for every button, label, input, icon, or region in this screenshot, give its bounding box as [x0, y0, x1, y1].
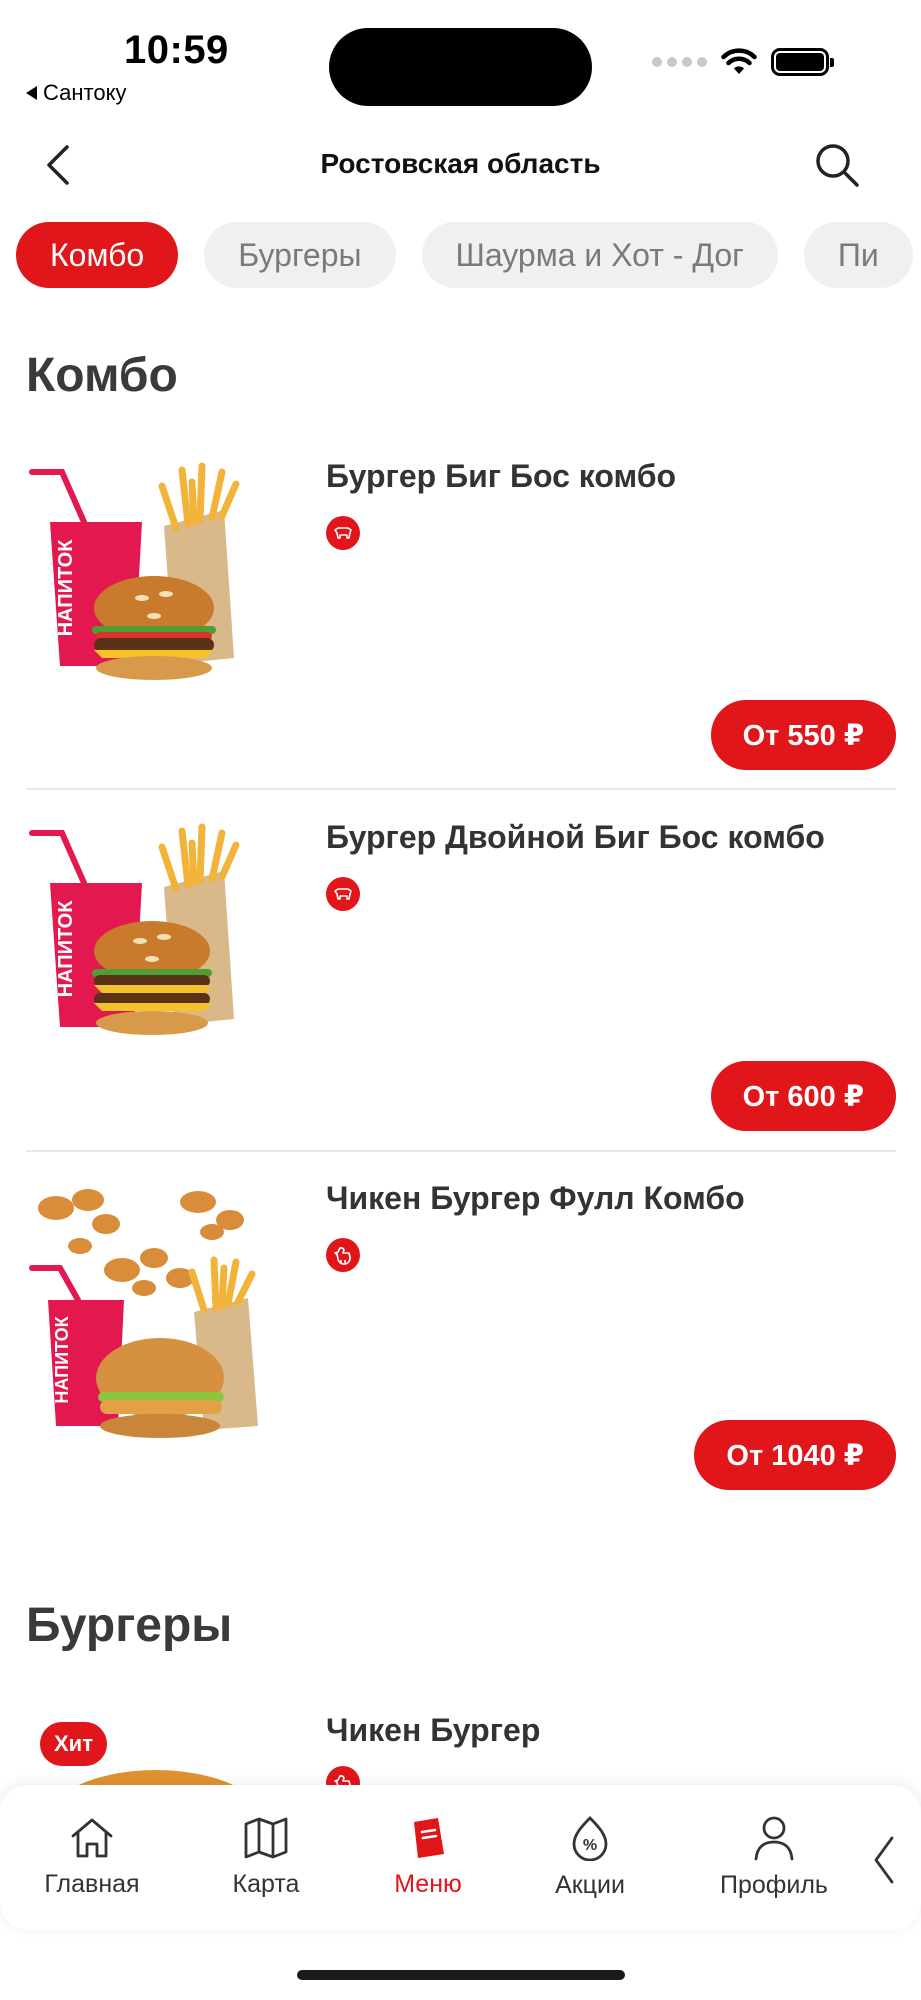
cow-icon — [334, 527, 352, 539]
profile-icon — [754, 1816, 794, 1861]
svg-text:НАПИТОК: НАПИТОК — [52, 1315, 72, 1403]
product-name: Чикен Бургер — [326, 1712, 541, 1748]
divider — [26, 1150, 896, 1152]
page-title: Ростовская область — [320, 148, 601, 179]
home-indicator — [297, 1970, 625, 1980]
chicken-icon — [334, 1247, 351, 1265]
category-chip-burgers[interactable]: Бургеры — [204, 222, 396, 288]
tab-label: Акции — [555, 1871, 625, 1899]
category-chips: Комбо Бургеры Шаурма и Хот - Дог Пи — [16, 222, 913, 288]
product-image: НАПИТОК — [26, 1180, 286, 1450]
product-name: Бургер Двойной Биг Бос комбо — [326, 819, 825, 855]
category-chip-more[interactable]: Пи — [803, 222, 913, 288]
chicken-badge — [326, 1238, 360, 1272]
search-icon — [816, 144, 859, 187]
product-card[interactable]: НАПИТОК Бургер Двойной Биг Бос комбо От … — [26, 819, 896, 1149]
product-image: НАПИТОК — [26, 819, 286, 1059]
svg-text:НАПИТОК: НАПИТОК — [55, 900, 77, 998]
bottom-tab-bar: Главная Карта Меню % Акции Профиль — [0, 1785, 921, 1930]
chevron-left-icon — [874, 1836, 894, 1884]
section-title-combo: Комбо — [26, 349, 178, 402]
tab-map[interactable]: Карта — [216, 1785, 316, 1930]
price-button[interactable]: От 1040 ₽ — [694, 1420, 896, 1490]
menu-icon — [414, 1818, 444, 1858]
tab-promo[interactable]: % Акции — [540, 1785, 640, 1930]
divider — [26, 788, 896, 790]
product-card[interactable]: НАПИТОК Бургер Биг Бос комбо От 550 ₽ — [26, 458, 896, 788]
dynamic-island — [329, 28, 592, 106]
map-icon — [244, 1817, 288, 1859]
beef-badge — [326, 516, 360, 550]
category-chip-shawarma[interactable]: Шаурма и Хот - Дог — [421, 222, 778, 288]
tab-profile[interactable]: Профиль — [714, 1785, 834, 1930]
price-button[interactable]: От 600 ₽ — [710, 1061, 896, 1131]
beef-badge — [326, 877, 360, 911]
status-time: 10:59 — [124, 28, 229, 72]
back-to-app-link[interactable]: Сантоку — [26, 80, 126, 106]
tabbar-collapse-button[interactable] — [864, 1830, 904, 1890]
svg-text:НАПИТОК: НАПИТОК — [55, 539, 77, 637]
top-navigation: Ростовская область — [0, 130, 921, 200]
cow-icon — [334, 888, 352, 900]
tab-label: Меню — [394, 1870, 462, 1898]
wifi-icon — [721, 48, 757, 74]
tab-label: Профиль — [720, 1871, 828, 1899]
tab-home[interactable]: Главная — [42, 1785, 142, 1930]
svg-text:%: % — [583, 1837, 597, 1854]
back-triangle-icon — [26, 86, 37, 100]
home-icon — [71, 1818, 113, 1858]
section-title-burgers: Бургеры — [26, 1599, 233, 1652]
search-button[interactable] — [812, 140, 862, 190]
hit-badge: Хит — [40, 1722, 107, 1766]
promo-icon: % — [572, 1816, 608, 1861]
back-app-label: Сантоку — [43, 80, 127, 105]
product-card[interactable]: НАПИТОК Чикен Бургер Фулл Комбо От 1040 … — [26, 1180, 896, 1500]
status-icons — [652, 48, 834, 76]
price-button[interactable]: От 550 ₽ — [710, 700, 896, 770]
product-image: НАПИТОК — [26, 458, 286, 698]
category-chip-combo[interactable]: Комбо — [16, 222, 179, 288]
product-name: Чикен Бургер Фулл Комбо — [326, 1180, 745, 1216]
tab-label: Карта — [232, 1870, 300, 1898]
product-name: Бургер Биг Бос комбо — [326, 458, 677, 494]
status-bar: 10:59 Сантоку — [0, 0, 921, 110]
tab-label: Главная — [44, 1870, 140, 1898]
battery-icon — [771, 48, 834, 76]
cellular-signal-icon — [652, 57, 707, 67]
tab-menu[interactable]: Меню — [378, 1785, 478, 1930]
